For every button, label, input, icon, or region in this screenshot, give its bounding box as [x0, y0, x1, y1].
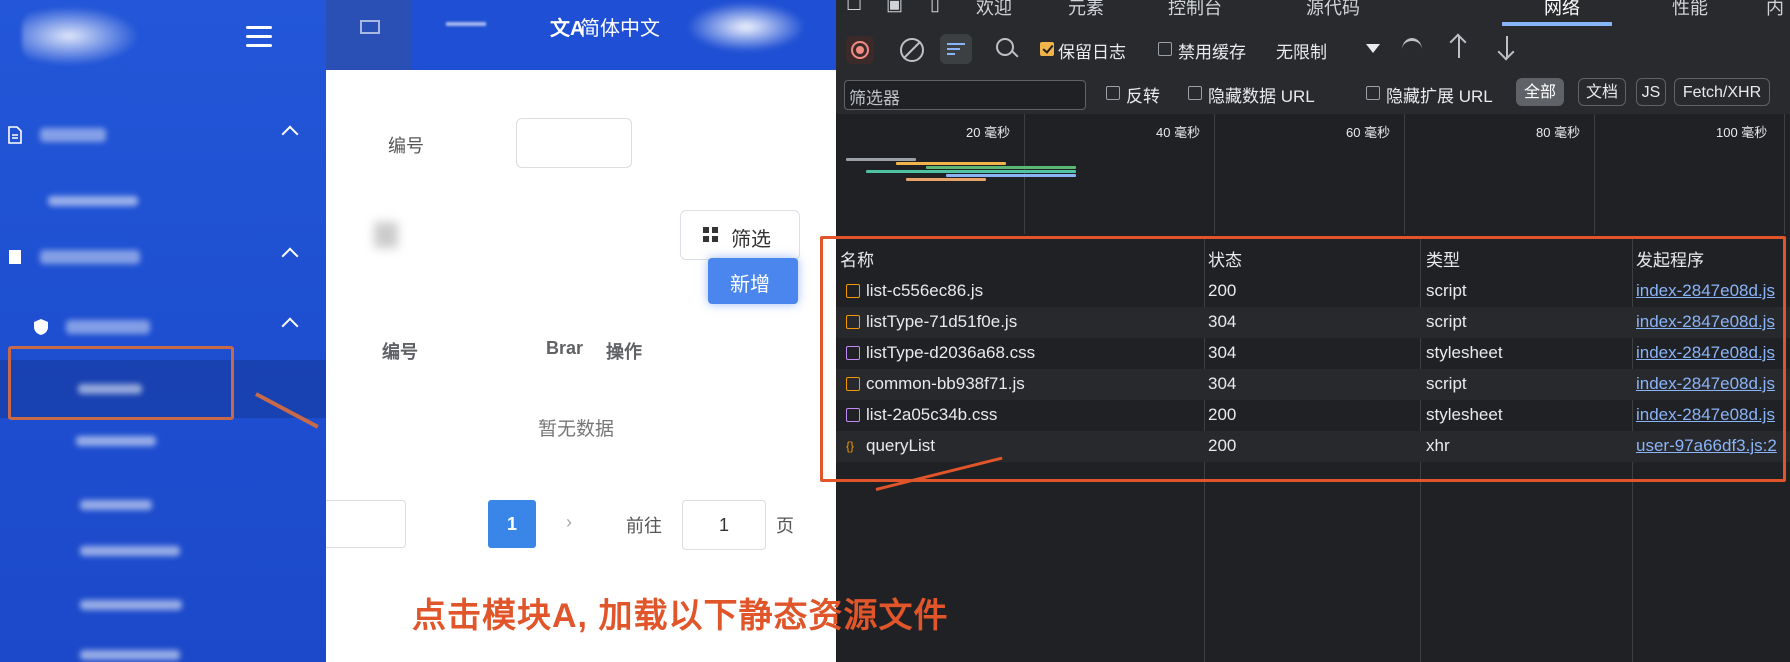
sidebar — [0, 0, 326, 662]
sidebar-subitem-1[interactable] — [48, 196, 138, 206]
sidebar-item-3[interactable] — [80, 500, 152, 510]
upload-icon[interactable] — [1458, 36, 1460, 58]
device-icon[interactable]: ☐ — [846, 0, 862, 15]
preserve-log-label: 保留日志 — [1058, 43, 1126, 62]
tick-20ms: 20 毫秒 — [966, 125, 1011, 140]
tab-network[interactable]: 网络 — [1544, 0, 1580, 20]
tick-80ms: 80 毫秒 — [1536, 125, 1581, 140]
network-overview: 20 毫秒 40 毫秒 60 毫秒 80 毫秒 100 毫秒 — [836, 114, 1790, 234]
hide-extension-urls-label: 隐藏扩展 URL — [1386, 87, 1493, 106]
record-icon[interactable] — [846, 36, 874, 64]
page-current-button[interactable]: 1 — [488, 500, 536, 548]
preserve-log-checkbox[interactable] — [1040, 42, 1054, 56]
chevron-up-icon — [281, 247, 299, 265]
tab-performance[interactable]: 性能 — [1672, 0, 1708, 20]
chevron-up-icon — [281, 125, 299, 143]
search-icon[interactable] — [996, 38, 1014, 56]
number-field-label: 编号 — [388, 136, 424, 156]
highlight-box-requests — [820, 236, 1786, 482]
grid-icon — [703, 227, 719, 243]
page-suffix-label: 页 — [776, 516, 794, 536]
filter-button[interactable]: 筛选 — [680, 210, 800, 260]
caret-down-icon[interactable] — [1366, 44, 1380, 53]
invert-checkbox[interactable] — [1106, 86, 1120, 100]
sidebar-group-3[interactable] — [0, 308, 326, 348]
network-filter-bar: 筛选器 反转 隐藏数据 URL 隐藏扩展 URL 全部 文档 JS Fetch/… — [836, 72, 1790, 115]
timing-bar — [866, 170, 1076, 173]
download-icon[interactable] — [1506, 36, 1508, 58]
sidebar-group-2-label — [40, 250, 140, 264]
menu-toggle-icon[interactable] — [246, 26, 272, 48]
network-conditions-icon[interactable] — [1402, 38, 1422, 61]
type-filter-all[interactable]: 全部 — [1516, 78, 1564, 106]
sidebar-item-6[interactable] — [80, 650, 180, 660]
disable-cache-label: 禁用缓存 — [1178, 43, 1246, 62]
timing-bar — [906, 178, 986, 181]
network-toolbar: 保留日志 禁用缓存 无限制 — [836, 26, 1790, 73]
timing-bar — [926, 166, 1076, 169]
filter-button-label: 筛选 — [731, 229, 771, 251]
disable-cache-checkbox[interactable] — [1158, 42, 1172, 56]
tick-100ms: 100 毫秒 — [1716, 125, 1768, 140]
filter-icon[interactable] — [940, 34, 972, 64]
hide-data-urls-label: 隐藏数据 URL — [1208, 87, 1315, 106]
sidebar-group-1-label — [40, 128, 106, 142]
dock-icon[interactable]: ▯ — [930, 0, 940, 15]
devtools-tab-bar: ☐ ▣ ▯ 欢迎 元素 控制台 源代码 网络 性能 内 — [836, 0, 1790, 26]
type-filter-fetch-xhr[interactable]: Fetch/XHR — [1674, 78, 1770, 106]
page-size-select[interactable] — [326, 500, 406, 548]
hide-extension-urls-checkbox[interactable] — [1366, 86, 1380, 100]
add-button[interactable]: 新增 — [708, 258, 798, 304]
main-content: 文A 简体中文 编号 筛选 新增 编号 Brar 操作 暂无数据 1 › 前往 … — [326, 0, 836, 662]
type-filter-doc[interactable]: 文档 — [1578, 78, 1626, 106]
blurred-field — [374, 222, 398, 248]
tick-60ms: 60 毫秒 — [1346, 125, 1391, 140]
sidebar-item-2[interactable] — [76, 436, 156, 446]
avatar[interactable] — [686, 2, 806, 52]
app-logo — [22, 6, 140, 66]
filter-input-placeholder: 筛选器 — [849, 89, 900, 108]
timing-bar — [896, 162, 1006, 165]
tab-welcome[interactable]: 欢迎 — [976, 0, 1012, 20]
clear-icon[interactable] — [900, 38, 924, 62]
tab-console[interactable]: 控制台 — [1168, 0, 1222, 20]
bookmark-icon — [6, 248, 24, 266]
tab-sources[interactable]: 源代码 — [1306, 0, 1360, 20]
sidebar-item-4[interactable] — [80, 546, 180, 556]
column-header-brand: Brar — [546, 338, 584, 358]
highlight-box-module-a — [8, 346, 234, 420]
add-button-label: 新增 — [730, 274, 770, 296]
timing-bar — [846, 158, 916, 161]
top-bar: 文A 简体中文 — [326, 0, 836, 70]
sidebar-group-1[interactable] — [0, 116, 326, 156]
annotation-text: 点击模块A, 加载以下静态资源文件 — [412, 597, 949, 635]
sidebar-group-3-label — [66, 320, 150, 334]
language-selector[interactable]: 简体中文 — [580, 12, 660, 41]
filter-input[interactable]: 筛选器 — [844, 80, 1086, 110]
column-header-number: 编号 — [382, 342, 418, 362]
tab-more[interactable]: 内 — [1766, 0, 1784, 20]
tab-elements[interactable]: 元素 — [1068, 0, 1104, 20]
sidebar-item-5[interactable] — [80, 600, 182, 610]
goto-label: 前往 — [626, 516, 662, 536]
invert-label: 反转 — [1126, 87, 1160, 106]
sidebar-group-2[interactable] — [0, 238, 326, 278]
goto-page-input[interactable]: 1 — [682, 500, 766, 550]
type-filter-js[interactable]: JS — [1636, 78, 1666, 106]
hide-data-urls-checkbox[interactable] — [1188, 86, 1202, 100]
tab-home[interactable] — [326, 0, 412, 70]
next-page-icon[interactable]: › — [566, 512, 572, 533]
shield-icon — [32, 318, 50, 336]
document-icon — [6, 126, 24, 144]
empty-state-text: 暂无数据 — [538, 419, 615, 440]
tab-2[interactable] — [446, 22, 486, 26]
chevron-up-icon — [281, 317, 299, 335]
timing-bar — [946, 174, 1076, 177]
throttle-select[interactable]: 无限制 — [1276, 38, 1327, 63]
inspect-icon[interactable]: ▣ — [886, 0, 903, 15]
number-input[interactable] — [516, 118, 632, 168]
column-header-actions: 操作 — [606, 342, 642, 362]
tick-40ms: 40 毫秒 — [1156, 125, 1201, 140]
